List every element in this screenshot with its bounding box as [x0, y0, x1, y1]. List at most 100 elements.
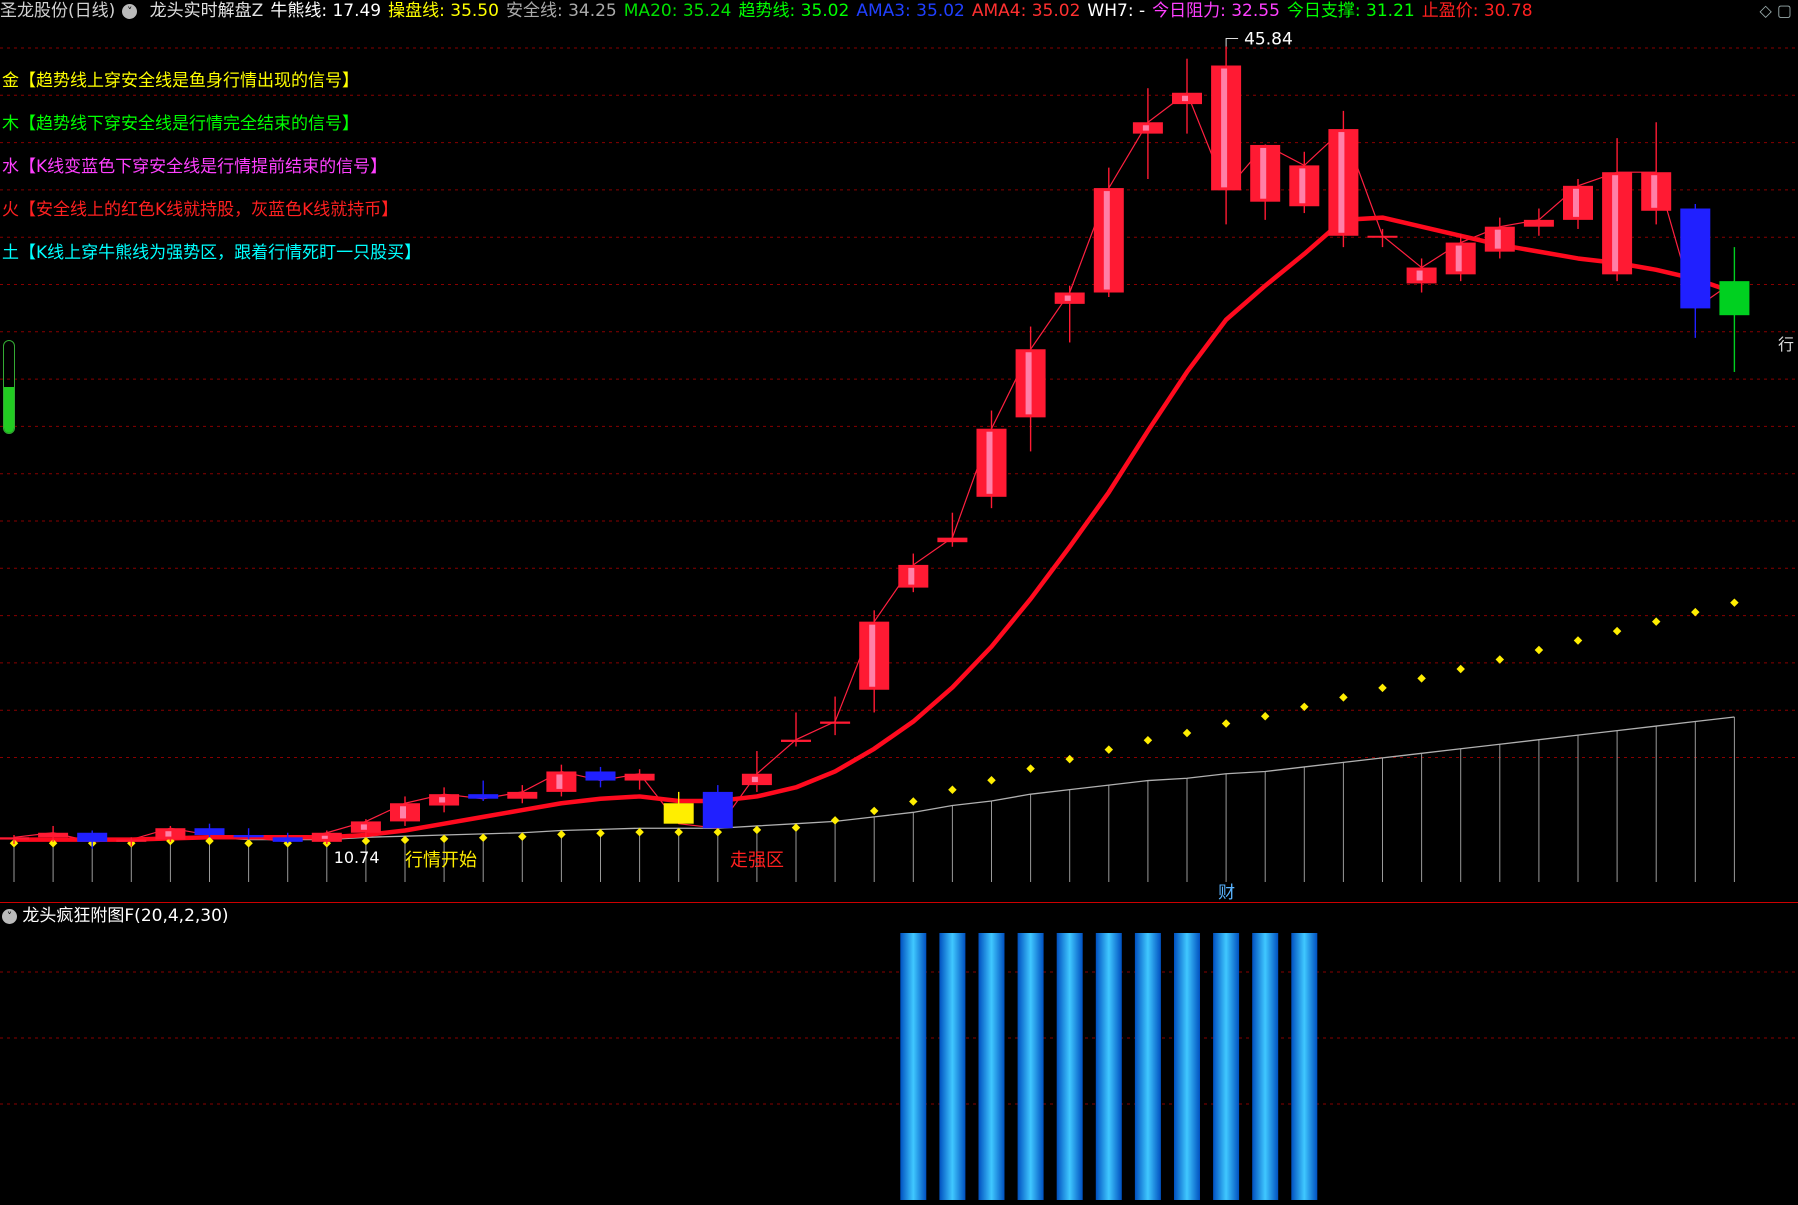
candle-body [624, 773, 655, 781]
candle-body [1680, 208, 1711, 309]
candle-body [663, 803, 694, 824]
candle-highlight [1064, 295, 1071, 301]
candle-highlight [360, 824, 367, 830]
scroll-fill [4, 387, 14, 433]
signal-bar [1017, 933, 1044, 1200]
signal-dot [1456, 664, 1465, 674]
signal-bar [1056, 933, 1083, 1200]
candle-highlight [1182, 95, 1188, 102]
candle-body [77, 832, 108, 842]
panel-separator [0, 902, 1798, 903]
signal-bar [1134, 933, 1161, 1200]
sub-chart[interactable] [0, 905, 1798, 1205]
signal-bar [1174, 933, 1200, 1200]
signal-dot [1104, 745, 1114, 754]
candle-highlight [1299, 168, 1306, 204]
signal-bar [1213, 933, 1240, 1200]
signal-bar [978, 933, 1005, 1200]
candle-highlight [556, 774, 563, 789]
candle-body [585, 771, 616, 781]
signal-dot [1300, 702, 1309, 712]
signal-dot [1143, 735, 1153, 745]
signal-dot [439, 834, 449, 844]
candle-body [468, 794, 499, 799]
candle-body [0, 837, 29, 840]
signal-dot [596, 828, 605, 838]
signal-dot [1612, 626, 1622, 636]
signal-dot [1182, 728, 1192, 738]
candle-body [272, 837, 303, 842]
signal-dot [1573, 636, 1583, 645]
signal-dot [830, 816, 840, 825]
candle-highlight [165, 831, 172, 837]
signal-dot [1730, 598, 1739, 607]
candle-body [1523, 219, 1554, 227]
signal-dot [1691, 607, 1700, 617]
candle-highlight [1494, 229, 1501, 249]
candle-highlight [869, 624, 876, 687]
candle-body [38, 832, 69, 838]
candle-body [1719, 281, 1750, 316]
signal-dot [752, 825, 762, 835]
signal-dot [948, 785, 957, 795]
signal-dot [1260, 712, 1270, 721]
candle-highlight [1612, 175, 1619, 272]
candle-highlight [1260, 147, 1267, 199]
signal-bar [900, 933, 927, 1200]
candle-highlight [321, 835, 328, 839]
start-label: 行情开始 [405, 850, 477, 871]
signal-dot [1026, 764, 1035, 773]
signal-dot [1065, 754, 1074, 764]
candle-body [820, 721, 851, 724]
high-label: 45.84 [1244, 29, 1293, 49]
signal-dot [557, 830, 566, 839]
candle-highlight [1573, 188, 1579, 217]
low-label: 10.74 [334, 848, 380, 867]
signal-line-3: 火【安全线上的红色K线就持股，灰蓝色K线就持币】 [2, 200, 399, 220]
signal-dot [713, 827, 723, 837]
signal-dot [1534, 645, 1544, 655]
candle-highlight [1221, 68, 1228, 188]
signal-line-1: 木【趋势线下穿安全线是行情完全结束的信号】 [2, 114, 359, 134]
candle-highlight [751, 776, 758, 783]
signal-dot [1221, 719, 1231, 728]
candle-highlight [439, 797, 446, 803]
candle-highlight [1142, 125, 1149, 131]
scroll-indicator[interactable] [3, 340, 15, 434]
trend-line [14, 215, 1736, 842]
candle-body [1367, 235, 1398, 238]
signal-dot [1378, 683, 1387, 693]
signal-dot [400, 835, 410, 845]
signal-line-0: 金【趋势线上穿安全线是鱼身行情出现的信号】 [2, 71, 359, 91]
candle-body [937, 537, 968, 543]
signal-dot [635, 827, 644, 837]
candle-highlight [1338, 132, 1345, 233]
candle-body [233, 835, 264, 838]
signal-bar [1095, 933, 1122, 1200]
signal-dot [987, 776, 996, 785]
signal-bar [939, 933, 966, 1200]
signal-dot [791, 823, 801, 832]
candle-highlight [1416, 270, 1423, 281]
candle-highlight [1455, 245, 1462, 272]
candle-body [194, 828, 225, 836]
signal-bar [1252, 933, 1279, 1200]
signal-line-2: 水【K线变蓝色下穿安全线是行情提前结束的信号】 [2, 157, 388, 177]
signal-line-4: 土【K线上穿牛熊线为强势区，跟着行情死盯一只股买】 [2, 243, 422, 263]
signal-bar [1291, 933, 1318, 1200]
candle-highlight [986, 431, 993, 494]
right-label: 行 [1778, 335, 1794, 354]
signal-dot [1339, 693, 1348, 702]
candle-highlight [908, 567, 915, 585]
signal-dot [518, 832, 527, 841]
signal-dot [1495, 655, 1505, 664]
signal-dot [1651, 617, 1661, 626]
candle-body [781, 739, 811, 742]
signal-dot [674, 827, 683, 837]
signal-dot [244, 839, 253, 848]
candle-highlight [1103, 191, 1110, 290]
signal-dot [909, 797, 918, 806]
candle-body [702, 791, 733, 829]
cai-label: 财 [1218, 883, 1235, 902]
candle-highlight [400, 806, 406, 819]
